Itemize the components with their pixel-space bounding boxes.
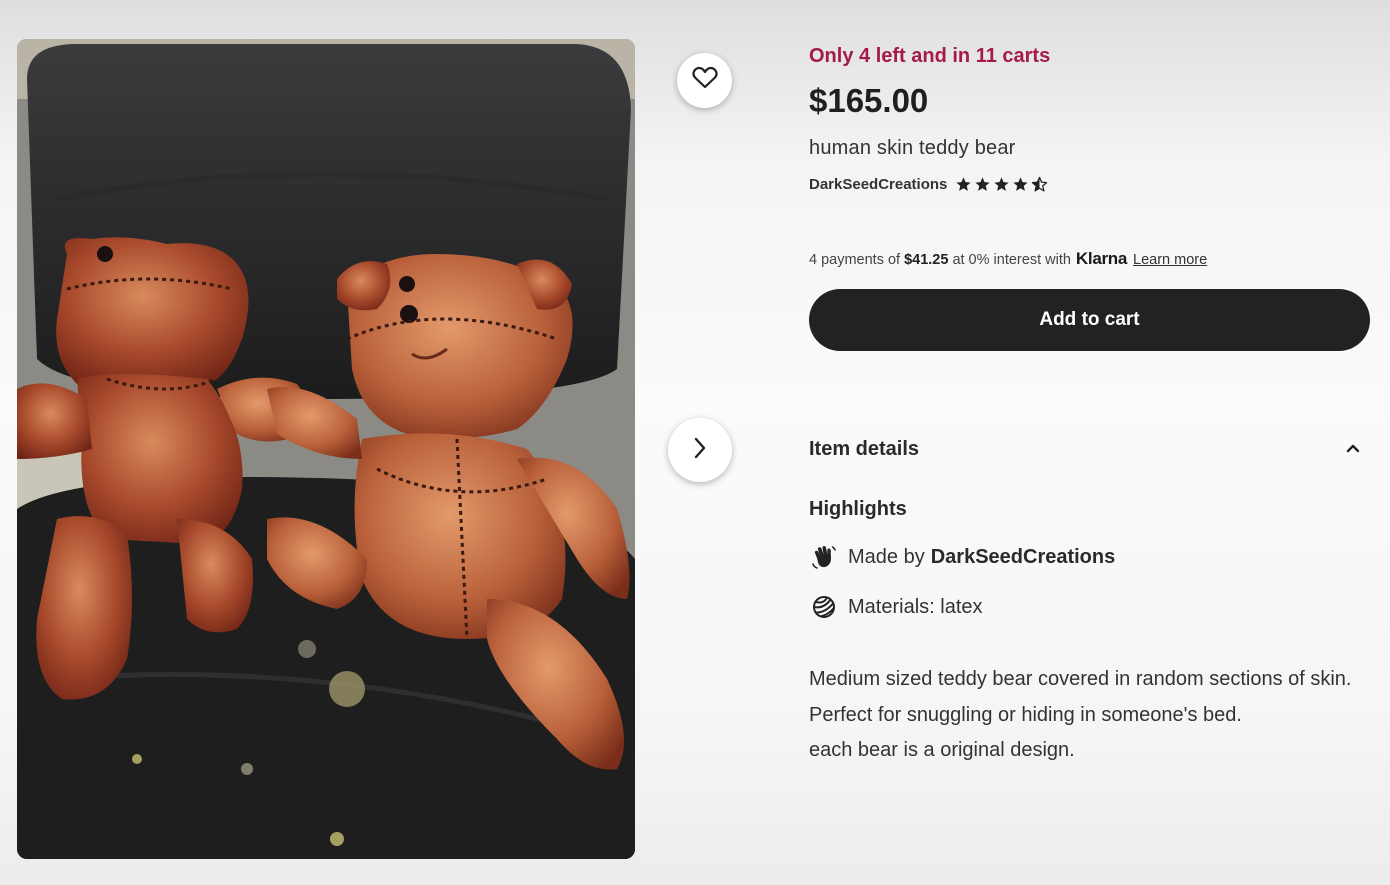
made-by-shop-link[interactable]: DarkSeedCreations xyxy=(931,546,1116,569)
learn-more-link[interactable]: Learn more xyxy=(1133,252,1207,268)
listing-title: human skin teddy bear xyxy=(809,137,1016,159)
highlight-materials: Materials: latex xyxy=(809,592,983,622)
star-icon xyxy=(956,177,971,191)
item-details-toggle[interactable]: Item details xyxy=(809,438,1361,461)
description-line: each bear is a original design. xyxy=(809,739,1075,761)
star-icon xyxy=(1013,177,1028,191)
heart-icon xyxy=(691,66,718,95)
product-image[interactable] xyxy=(17,39,635,859)
half-star-icon xyxy=(1032,176,1048,192)
star-rating[interactable] xyxy=(955,176,1048,193)
product-photo-graphic xyxy=(17,39,635,859)
highlights-heading: Highlights xyxy=(809,498,907,520)
materials-ball-icon xyxy=(809,592,839,622)
item-description: Medium sized teddy bear covered in rando… xyxy=(809,662,1371,769)
materials-label: Materials: latex xyxy=(848,595,983,618)
add-to-cart-button[interactable]: Add to cart xyxy=(809,289,1370,351)
next-image-button[interactable] xyxy=(668,418,732,482)
klarna-logo: Klarna xyxy=(1075,249,1128,268)
chevron-right-icon xyxy=(692,436,708,465)
installment-amount: $41.25 xyxy=(904,252,949,268)
klarna-installments: 4 payments of $41.25 at 0% interest with… xyxy=(809,249,1207,269)
shop-name-link[interactable]: DarkSeedCreations xyxy=(809,176,947,193)
shop-rating-row: DarkSeedCreations xyxy=(809,176,1048,193)
description-line: Medium sized teddy bear covered in rando… xyxy=(809,668,1352,726)
highlight-made-by: Made by DarkSeedCreations xyxy=(809,542,1115,572)
made-by-label: Made by xyxy=(848,545,925,568)
item-details-heading: Item details xyxy=(809,438,920,460)
installments-suffix: at 0% interest with xyxy=(952,252,1071,268)
favorite-button[interactable] xyxy=(677,53,732,108)
star-icon xyxy=(994,177,1009,191)
installments-prefix: 4 payments of xyxy=(809,252,901,268)
price: $165.00 xyxy=(809,82,929,119)
chevron-up-icon xyxy=(1345,441,1361,459)
hand-wave-icon xyxy=(809,542,839,572)
stock-notice: Only 4 left and in 11 carts xyxy=(809,45,1051,67)
star-icon xyxy=(975,177,990,191)
